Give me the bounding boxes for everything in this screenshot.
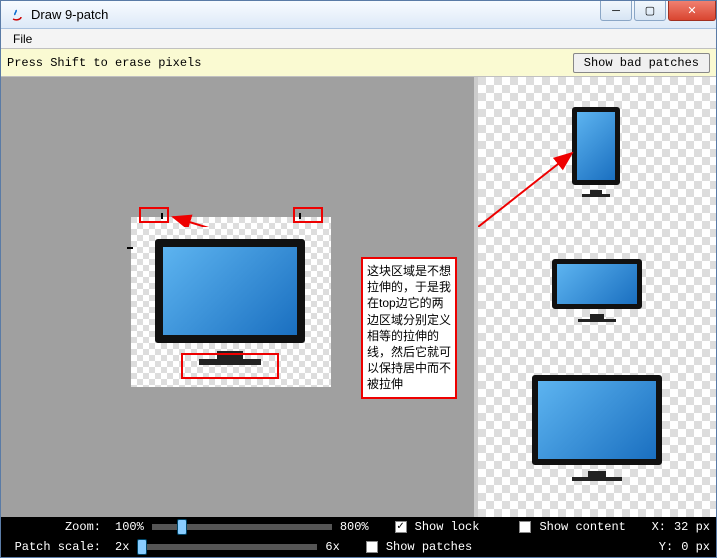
window-title: Draw 9-patch xyxy=(31,7,600,22)
scale-min: 2x xyxy=(115,540,129,554)
show-bad-patches-button[interactable]: Show bad patches xyxy=(573,53,710,73)
preview-portrait xyxy=(572,107,620,185)
zoom-label: Zoom: xyxy=(7,520,107,534)
zoom-thumb[interactable] xyxy=(177,519,187,535)
show-patches-checkbox[interactable] xyxy=(366,541,378,553)
menubar: File xyxy=(1,29,716,49)
status-row-1: Zoom: 100% 800% Show lock Show content X… xyxy=(1,517,716,537)
scale-thumb[interactable] xyxy=(137,539,147,555)
toolbar: Press Shift to erase pixels Show bad pat… xyxy=(1,49,716,77)
x-label: X: xyxy=(652,520,666,534)
annotation-highlight-stand xyxy=(181,353,279,379)
zoom-max: 800% xyxy=(340,520,369,534)
preview-landscape xyxy=(552,259,642,309)
show-patches-label: Show patches xyxy=(386,540,472,554)
toolbar-hint: Press Shift to erase pixels xyxy=(7,56,573,70)
show-lock-label: Show lock xyxy=(415,520,480,534)
maximize-button[interactable]: ▢ xyxy=(634,1,666,21)
annotation-highlight-topleft xyxy=(139,207,169,223)
window-buttons: ─ ▢ ✕ xyxy=(600,1,716,28)
scale-label: Patch scale: xyxy=(7,540,107,554)
java-icon xyxy=(9,7,25,23)
minimize-button[interactable]: ─ xyxy=(600,1,632,21)
monitor-graphic xyxy=(155,239,305,343)
titlebar: Draw 9-patch ─ ▢ ✕ xyxy=(1,1,716,29)
zoom-min: 100% xyxy=(115,520,144,534)
show-lock-checkbox[interactable] xyxy=(395,521,407,533)
preview-pane[interactable] xyxy=(478,77,716,517)
status-row-2: Patch scale: 2x 6x Show patches Y: 0 px xyxy=(1,537,716,557)
left-patch-marker[interactable] xyxy=(127,247,133,249)
annotation-arrows xyxy=(1,77,301,227)
annotation-note: 这块区域是不想拉伸的，于是我在top边它的两边区域分别定义相等的拉伸的线，然后它… xyxy=(361,257,457,399)
editor-pane[interactable]: 这块区域是不想拉伸的，于是我在top边它的两边区域分别定义相等的拉伸的线，然后它… xyxy=(1,77,478,517)
scale-max: 6x xyxy=(325,540,339,554)
menu-file[interactable]: File xyxy=(7,30,38,48)
x-value: 32 px xyxy=(674,520,710,534)
y-label: Y: xyxy=(659,540,673,554)
close-button[interactable]: ✕ xyxy=(668,1,716,21)
y-value: 0 px xyxy=(681,540,710,554)
show-content-label: Show content xyxy=(539,520,625,534)
nine-patch-canvas[interactable] xyxy=(131,217,331,387)
zoom-slider[interactable] xyxy=(152,524,332,530)
show-content-checkbox[interactable] xyxy=(519,521,531,533)
preview-base xyxy=(582,194,610,197)
preview-large xyxy=(532,375,662,465)
annotation-highlight-topright xyxy=(293,207,323,223)
preview-base xyxy=(572,477,622,481)
preview-base xyxy=(578,319,616,322)
app-window: Draw 9-patch ─ ▢ ✕ File Press Shift to e… xyxy=(0,0,717,558)
workarea: 这块区域是不想拉伸的，于是我在top边它的两边区域分别定义相等的拉伸的线，然后它… xyxy=(1,77,716,517)
scale-slider[interactable] xyxy=(137,544,317,550)
statusbar: Zoom: 100% 800% Show lock Show content X… xyxy=(1,517,716,557)
